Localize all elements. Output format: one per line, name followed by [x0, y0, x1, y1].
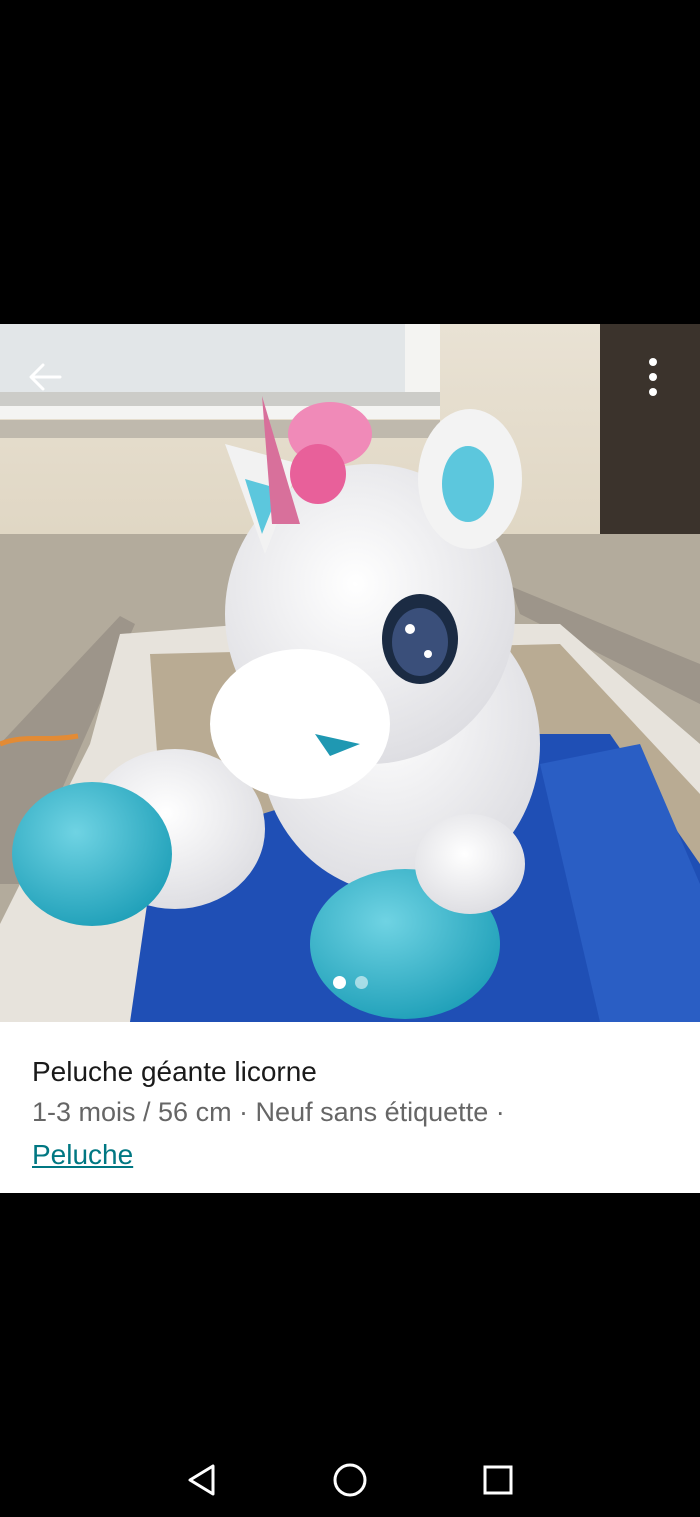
pagination-dot-active[interactable]: [332, 976, 346, 989]
back-button[interactable]: [20, 352, 70, 402]
gallery-pagination: [0, 976, 700, 990]
nav-home-button[interactable]: [320, 1450, 380, 1510]
recents-square-icon: [483, 1465, 513, 1495]
product-photo[interactable]: [0, 324, 700, 1022]
item-info-panel: Peluche géante licorne 1-3 mois / 56 cm …: [0, 1022, 700, 1193]
nav-back-button[interactable]: [171, 1450, 231, 1510]
item-meta: 1-3 mois / 56 cm · Neuf sans étiquette ·: [32, 1097, 505, 1127]
category-link[interactable]: Peluche: [32, 1139, 133, 1171]
home-circle-icon: [333, 1463, 367, 1497]
back-triangle-icon: [188, 1464, 215, 1496]
more-vertical-icon: [649, 358, 657, 396]
item-title: Peluche géante licorne: [32, 1056, 317, 1087]
more-options-button[interactable]: [630, 352, 676, 402]
nav-recents-button[interactable]: [468, 1450, 528, 1510]
arrow-left-icon: [29, 363, 62, 391]
pagination-dot[interactable]: [354, 976, 368, 989]
system-navigation-bar: [0, 1440, 700, 1517]
unicorn-plush-image: [0, 324, 700, 1022]
